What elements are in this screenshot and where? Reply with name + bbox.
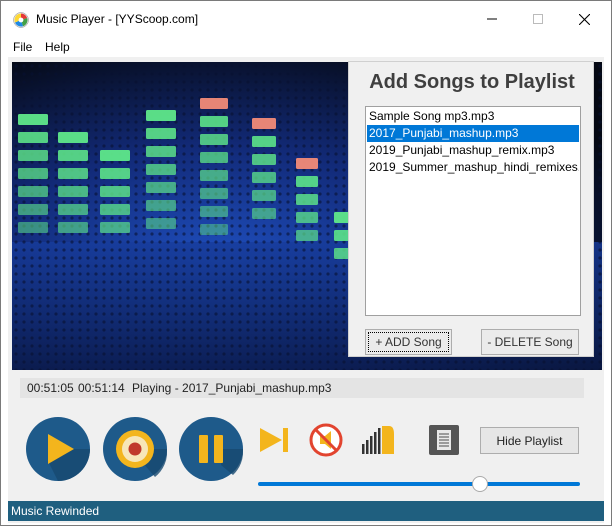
equalizer-bar	[146, 164, 176, 175]
equalizer-bar	[200, 170, 228, 181]
equalizer-bar	[252, 118, 276, 129]
playlist-title: Add Songs to Playlist	[369, 71, 575, 93]
equalizer-bar	[252, 190, 276, 201]
equalizer-bar	[18, 186, 48, 197]
equalizer-bar	[58, 168, 88, 179]
equalizer-bar	[18, 114, 48, 125]
equalizer-bar	[18, 204, 48, 215]
equalizer-bar	[18, 150, 48, 161]
equalizer-bar	[296, 194, 318, 205]
equalizer-bar	[252, 208, 276, 219]
mute-icon	[309, 423, 343, 457]
equalizer-bar	[100, 186, 130, 197]
playlist-item[interactable]: 2019_Punjabi_mashup_remix.mp3	[367, 142, 579, 159]
close-button[interactable]	[561, 1, 607, 37]
minimize-button[interactable]	[469, 1, 515, 37]
app-window: Music Player - [YYScoop.com] File Help A…	[0, 0, 612, 526]
add-song-button[interactable]: + ADD Song	[365, 329, 452, 355]
equalizer-bar	[146, 128, 176, 139]
equalizer-bar	[252, 136, 276, 147]
equalizer-bar	[200, 206, 228, 217]
menu-bar: File Help	[1, 37, 611, 57]
play-button[interactable]	[26, 417, 90, 481]
equalizer-bar	[146, 200, 176, 211]
stop-button[interactable]	[103, 417, 167, 481]
equalizer-bar	[146, 110, 176, 121]
equalizer-bar	[200, 188, 228, 199]
mute-button[interactable]	[308, 422, 344, 458]
equalizer-bar	[200, 98, 228, 109]
equalizer-bar	[252, 154, 276, 165]
playback-info-bar: 00:51:05 00:51:14 Playing - 2017_Punjabi…	[20, 378, 584, 398]
playlist-toggle-button[interactable]	[426, 422, 462, 458]
equalizer-bar	[296, 230, 318, 241]
equalizer-bar	[296, 212, 318, 223]
main-content: Add Songs to Playlist Sample Song mp3.mp…	[8, 57, 604, 523]
next-track-icon	[260, 428, 288, 452]
delete-song-button[interactable]: - DELETE Song	[481, 329, 579, 355]
equalizer-bar	[200, 152, 228, 163]
next-track-button[interactable]	[256, 422, 292, 458]
equalizer-bar	[146, 218, 176, 229]
playlist-item-selected[interactable]: 2017_Punjabi_mashup.mp3	[367, 125, 579, 142]
equalizer-bar	[18, 168, 48, 179]
equalizer-bar	[58, 222, 88, 233]
playlist-item[interactable]: Sample Song mp3.mp3	[367, 108, 579, 125]
close-icon	[578, 13, 590, 25]
equalizer-bar	[296, 158, 318, 169]
equalizer-bar	[100, 222, 130, 233]
title-bar[interactable]: Music Player - [YYScoop.com]	[1, 1, 611, 37]
equalizer-bar	[58, 204, 88, 215]
equalizer-bar	[58, 186, 88, 197]
equalizer-bar	[58, 132, 88, 143]
app-logo-icon	[13, 12, 29, 28]
window-title: Music Player - [YYScoop.com]	[36, 12, 199, 26]
equalizer-bar	[18, 132, 48, 143]
equalizer-bar	[100, 168, 130, 179]
equalizer-bar	[146, 182, 176, 193]
equalizer-bar	[200, 134, 228, 145]
hide-playlist-button[interactable]: Hide Playlist	[480, 427, 579, 454]
menu-file[interactable]: File	[13, 40, 32, 54]
playlist-item[interactable]: 2019_Summer_mashup_hindi_remixes.mp3	[367, 159, 579, 176]
current-time: 00:51:05	[27, 381, 74, 395]
equalizer-bar	[100, 150, 130, 161]
volume-slider[interactable]	[258, 476, 582, 492]
equalizer-bar	[100, 204, 130, 215]
equalizer-bar	[252, 172, 276, 183]
minimize-icon	[487, 18, 497, 20]
equalizer-bar	[58, 150, 88, 161]
maximize-icon	[533, 14, 543, 24]
stop-icon	[116, 430, 154, 468]
equalizer-bar	[296, 176, 318, 187]
pause-button[interactable]	[179, 417, 243, 481]
slider-thumb[interactable]	[472, 476, 488, 492]
equalizer-bar	[18, 222, 48, 233]
now-playing-text: Playing - 2017_Punjabi_mashup.mp3	[132, 381, 332, 395]
volume-level-icon	[362, 426, 394, 454]
menu-help[interactable]: Help	[45, 40, 70, 54]
equalizer-bar	[200, 116, 228, 127]
equalizer-bar	[146, 146, 176, 157]
slider-track	[258, 482, 580, 486]
maximize-button[interactable]	[515, 1, 561, 37]
total-time: 00:51:14	[78, 381, 125, 395]
volume-button[interactable]	[360, 422, 396, 458]
playlist-listbox[interactable]: Sample Song mp3.mp3 2017_Punjabi_mashup.…	[365, 106, 581, 316]
equalizer-bar	[200, 224, 228, 235]
playlist-panel: Add Songs to Playlist Sample Song mp3.mp…	[348, 61, 594, 357]
status-bar: Music Rewinded	[8, 501, 604, 521]
status-text: Music Rewinded	[11, 504, 100, 518]
playlist-icon	[429, 425, 459, 455]
